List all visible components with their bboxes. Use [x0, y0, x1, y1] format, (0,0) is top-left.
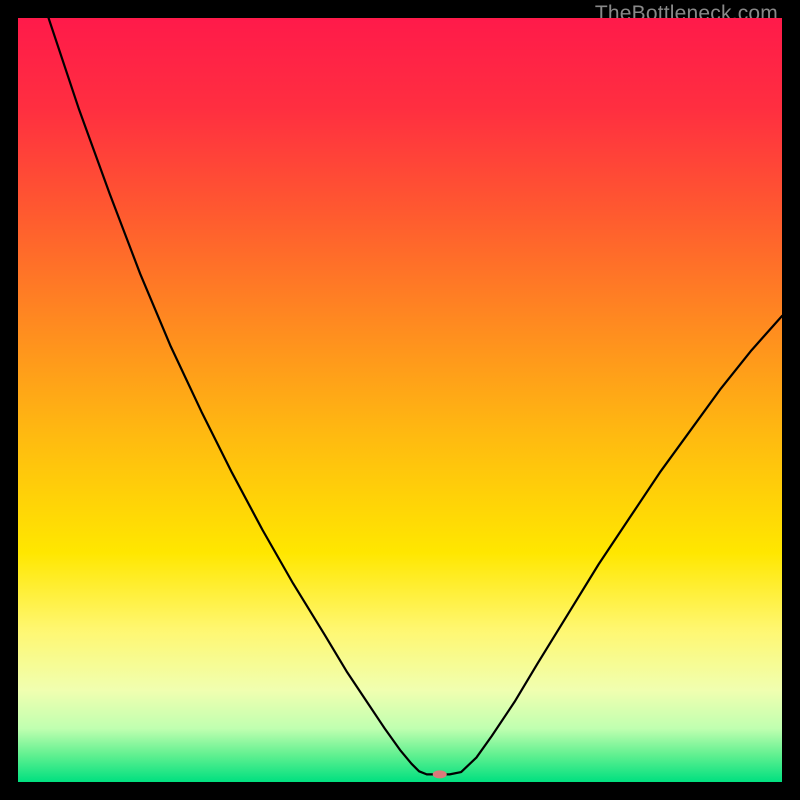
- plot-area: [18, 18, 782, 782]
- optimal-marker: [433, 770, 447, 778]
- chart-container: TheBottleneck.com: [0, 0, 800, 800]
- chart-svg: [18, 18, 782, 782]
- chart-background: [18, 18, 782, 782]
